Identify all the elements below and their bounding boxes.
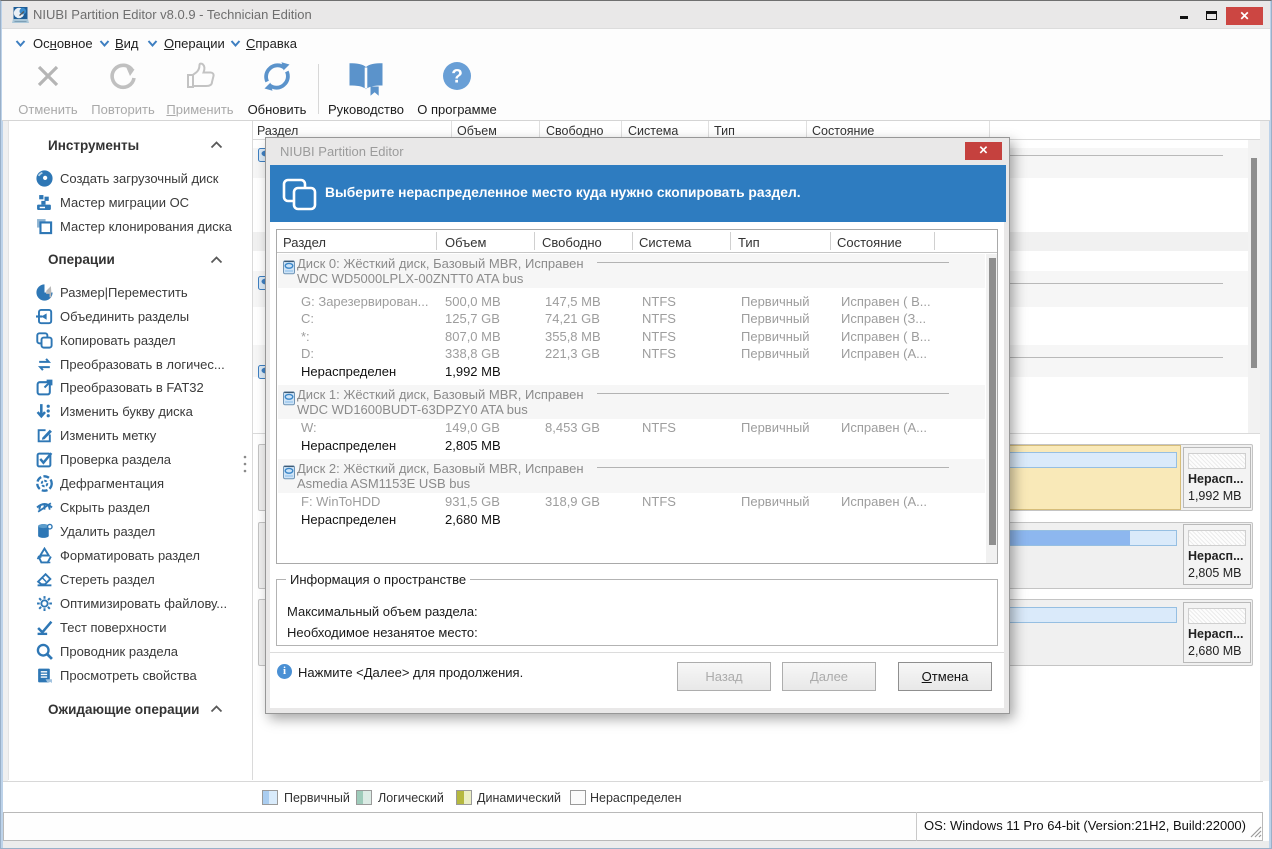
svg-text:?: ? (451, 67, 463, 88)
